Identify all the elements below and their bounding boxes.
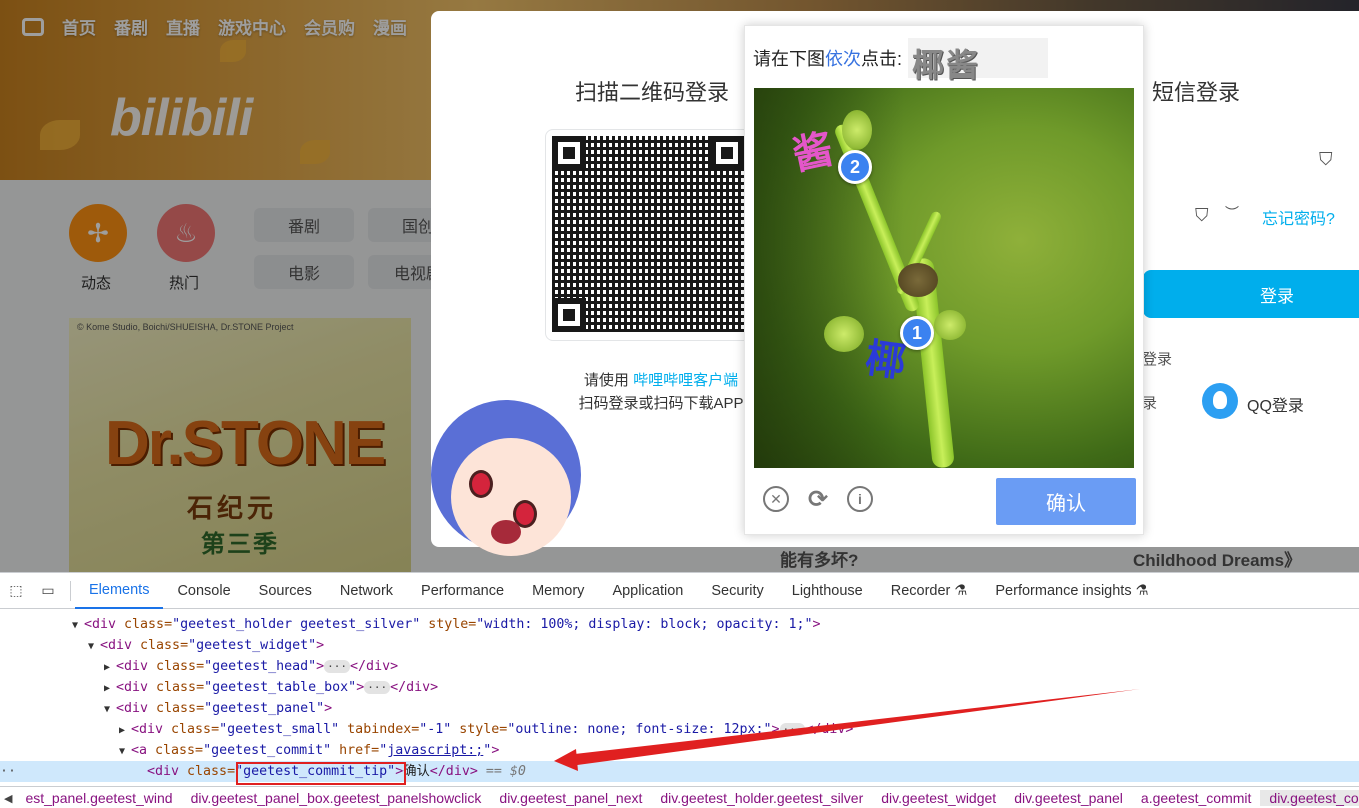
tab-recorder-label: Recorder (890, 582, 951, 599)
target-char-1: 椰 (912, 46, 945, 84)
confirm-button[interactable]: 确认 (996, 478, 1136, 525)
target-characters: 椰 酱 (908, 38, 1049, 84)
tab-performance-insights[interactable]: Performance insights ⚗ (981, 573, 1162, 609)
sms-login-tab[interactable]: 短信登录 (1152, 75, 1240, 107)
qr-code (552, 136, 744, 332)
shield-icon: ⛉ (1319, 149, 1333, 169)
qq-icon[interactable] (1202, 383, 1238, 419)
eye-closed-icon[interactable]: ︶ (1225, 203, 1239, 223)
inspect-element-icon[interactable]: ⬚ (6, 582, 26, 600)
captcha-prompt: 请在下图 依次 点击: 椰 酱 (753, 38, 1049, 84)
close-icon[interactable]: ✕ (763, 486, 789, 512)
dom-node-geetest-commit[interactable]: ▼ <a class="geetest_commit" href="javascr… (0, 740, 1359, 761)
breadcrumb-item[interactable]: est_panel.geetest_wind (16, 790, 181, 806)
breadcrumb-item[interactable]: a.geetest_commit (1132, 790, 1261, 806)
tab-console[interactable]: Console (163, 573, 244, 609)
dom-node-geetest-panel[interactable]: ▼ <div class="geetest_panel"> (0, 698, 1359, 719)
tab-sources[interactable]: Sources (245, 573, 326, 609)
login-button[interactable]: 登录 (1143, 270, 1359, 318)
device-toolbar-icon[interactable]: ▭ (38, 582, 58, 600)
dom-node-geetest-commit-tip[interactable]: <div class="geetest_commit_tip">确认</div>… (0, 761, 1359, 782)
dom-tree: ▼ <div class="geetest_holder geetest_silv… (0, 609, 1359, 786)
dom-node-geetest-head[interactable]: ▶ <div class="geetest_head"> ··· </div> (0, 656, 1359, 677)
highlight-box (236, 762, 406, 785)
qr-hint-prefix: 请使用 (583, 372, 629, 389)
breadcrumb: ◀ est_panel.geetest_wind div.geetest_pan… (0, 786, 1359, 808)
tab-network[interactable]: Network (326, 573, 407, 609)
other-login-label-2[interactable]: 录 (1142, 392, 1157, 413)
forgot-password-link[interactable]: 忘记密码? (1262, 205, 1335, 229)
chevron-left-icon[interactable]: ◀ (0, 792, 16, 805)
devtools-panel: ⬚ ▭ Elements Console Sources Network Per… (0, 572, 1359, 808)
breadcrumb-item-selected[interactable]: div.geetest_commit_tip (1260, 790, 1359, 806)
video-title-left[interactable]: 能有多坏? (780, 546, 858, 571)
mascot-illustration (431, 400, 601, 572)
video-title-right[interactable]: Childhood Dreams》 (1133, 546, 1301, 571)
info-icon[interactable]: i (847, 486, 873, 512)
client-link[interactable]: 哔哩哔哩客户端 (633, 372, 738, 389)
breadcrumb-item[interactable]: div.geetest_widget (872, 790, 1005, 806)
breadcrumb-item[interactable]: div.geetest_panel_box.geetest_panelshowc… (182, 790, 491, 806)
dom-node-geetest-table-box[interactable]: ▶ <div class="geetest_table_box"> ··· </div… (0, 677, 1359, 698)
devtools-tabbar: ⬚ ▭ Elements Console Sources Network Per… (0, 573, 1359, 609)
geetest-captcha: 请在下图 依次 点击: 椰 酱 酱 椰 1 2 ✕ ⟳ i 确认 (744, 25, 1144, 535)
tab-security[interactable]: Security (697, 573, 777, 609)
more-options-icon[interactable]: ·· (0, 761, 16, 782)
dom-node-geetest-holder[interactable]: ▼ <div class="geetest_holder geetest_silv… (0, 614, 1359, 635)
breadcrumb-item[interactable]: div.geetest_panel (1005, 790, 1132, 806)
qq-login-button[interactable]: QQ登录 (1247, 392, 1304, 416)
tab-elements[interactable]: Elements (75, 573, 164, 609)
screen: 首页 番剧 直播 游戏中心 会员购 漫画 bilibili ✢ 动态 ♨ 热门 … (0, 0, 1359, 808)
tab-recorder[interactable]: Recorder ⚗ (877, 573, 982, 609)
tab-performance-insights-label: Performance insights (995, 582, 1132, 599)
other-login-label: 登录 (1142, 351, 1173, 368)
tab-memory[interactable]: Memory (518, 573, 598, 609)
flask-icon: ⚗ (1135, 582, 1149, 599)
shield-icon: ⛉ (1195, 205, 1209, 225)
breadcrumb-item[interactable]: div.geetest_holder.geetest_silver (651, 790, 872, 806)
prompt-highlight: 依次 (825, 49, 861, 69)
dom-node-geetest-small[interactable]: ▶ <div class="geetest_small" tabindex="-1… (0, 719, 1359, 740)
qr-hint-suffix: 扫码登录或扫码下载APP (578, 395, 744, 412)
captcha-image[interactable]: 酱 椰 1 2 (754, 88, 1134, 468)
refresh-icon[interactable]: ⟳ (805, 486, 831, 513)
qr-login-title: 扫描二维码登录 (575, 80, 730, 105)
prompt-suffix: 点击: (861, 49, 903, 69)
flask-icon: ⚗ (954, 582, 968, 599)
qr-code-box (545, 129, 751, 341)
breadcrumb-item[interactable]: div.geetest_panel_next (490, 790, 651, 806)
click-marker-1[interactable]: 1 (900, 316, 934, 350)
tab-lighthouse[interactable]: Lighthouse (778, 573, 877, 609)
click-marker-2[interactable]: 2 (838, 150, 872, 184)
bilibili-page: 首页 番剧 直播 游戏中心 会员购 漫画 bilibili ✢ 动态 ♨ 热门 … (0, 0, 1359, 572)
captcha-toolbar: ✕ ⟳ i (763, 486, 873, 513)
tab-application[interactable]: Application (598, 573, 697, 609)
dom-node-geetest-widget[interactable]: ▼ <div class="geetest_widget"> (0, 635, 1359, 656)
target-char-2: 酱 (946, 46, 979, 84)
prompt-prefix: 请在下图 (753, 49, 825, 69)
tab-performance[interactable]: Performance (407, 573, 518, 609)
